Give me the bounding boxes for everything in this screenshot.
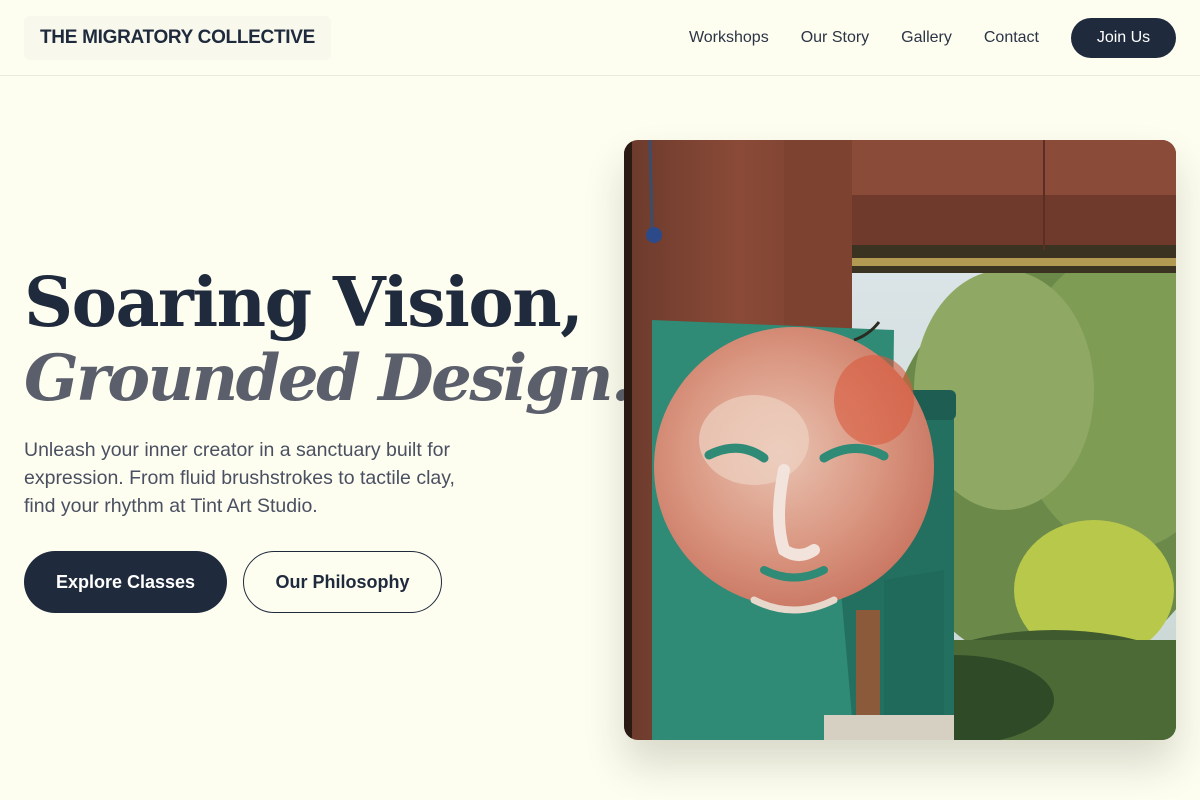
mural-artwork-image — [624, 140, 1176, 740]
explore-classes-button[interactable]: Explore Classes — [24, 551, 227, 613]
our-philosophy-button[interactable]: Our Philosophy — [243, 551, 442, 613]
site-logo[interactable]: THE MIGRATORY COLLECTIVE — [24, 16, 331, 60]
hero-description: Unleash your inner creator in a sanctuar… — [24, 439, 455, 517]
nav-link-gallery[interactable]: Gallery — [901, 29, 952, 47]
join-us-button[interactable]: Join Us — [1071, 18, 1176, 58]
nav-link-our-story[interactable]: Our Story — [801, 29, 869, 47]
nav-link-contact[interactable]: Contact — [984, 29, 1039, 47]
headline-line-2: Grounded Design. — [24, 341, 633, 416]
hero-headline: Soaring Vision, Grounded Design. — [24, 262, 633, 416]
headline-line-1: Soaring Vision, — [24, 263, 584, 343]
hero-image — [624, 140, 1176, 740]
nav-link-workshops[interactable]: Workshops — [689, 29, 769, 47]
site-header: THE MIGRATORY COLLECTIVE Workshops Our S… — [0, 0, 1200, 76]
main-nav: Workshops Our Story Gallery Contact Join… — [689, 18, 1176, 58]
